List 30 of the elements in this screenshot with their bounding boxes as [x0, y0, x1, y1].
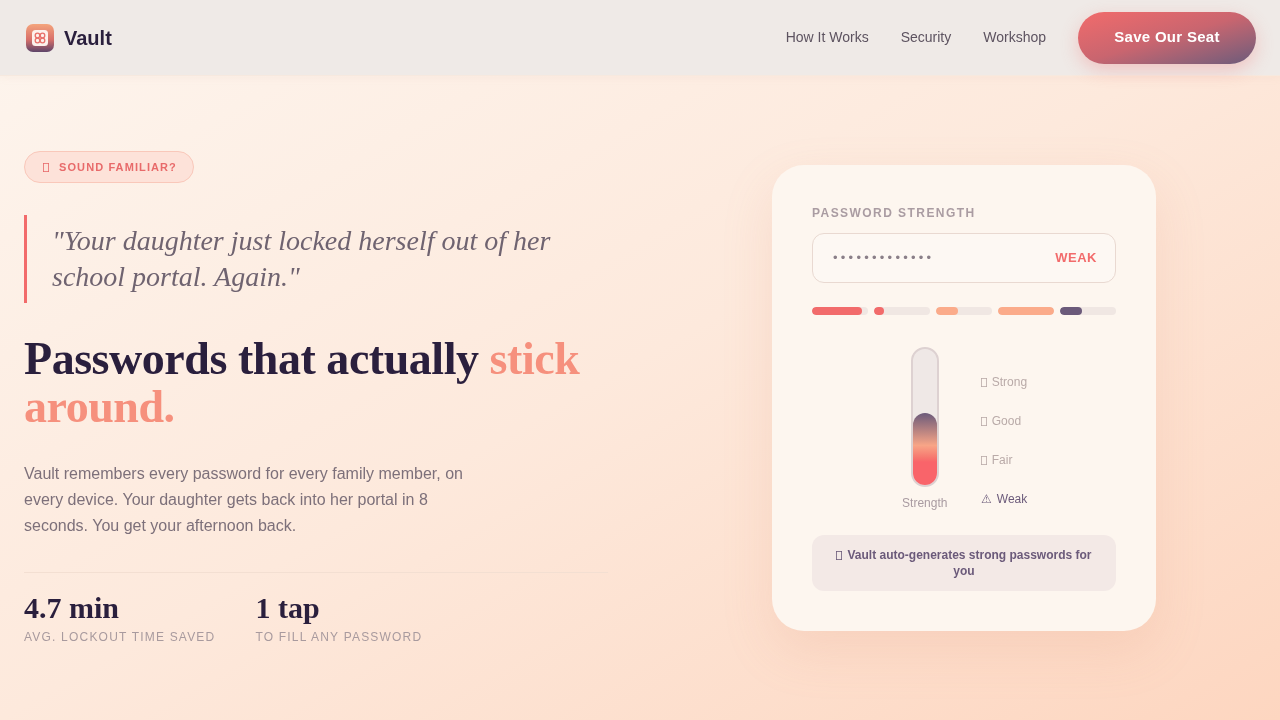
card-title: PASSWORD STRENGTH — [812, 205, 977, 221]
strength-level-label: Weak — [996, 491, 1028, 507]
tip-text: Vault auto-generates strong passwords for you — [847, 548, 1092, 578]
glyph-box-icon — [836, 551, 843, 560]
meter-label: Strength — [902, 495, 948, 511]
cta-button[interactable]: Save Our Seat — [1078, 11, 1256, 64]
glyph-box-icon — [980, 377, 987, 387]
glyph-box-icon — [43, 162, 49, 172]
stat-value: 4.7 min — [24, 591, 120, 625]
strength-level-label: Good — [991, 413, 1022, 429]
password-input[interactable]: ••••••••••••• — [833, 248, 1044, 268]
strength-rating: WEAK — [1055, 249, 1097, 268]
warning-icon: ⚠ — [980, 491, 992, 507]
logo-icon — [26, 23, 54, 52]
strength-level-label: Fair — [991, 452, 1013, 468]
brand-name[interactable]: Vault — [64, 22, 112, 53]
hero-description: Vault remembers every password for every family member, on every device. Your daughter gets back into her portal in 8 seconds. You get your afternoon back. — [24, 464, 464, 536]
stat-label: AVG. LOCKOUT TIME SAVED — [24, 629, 216, 645]
glyph-box-icon — [980, 416, 987, 426]
headline: Passwords that actually stick around. — [24, 335, 581, 431]
stat-value: 1 tap — [255, 591, 321, 625]
badge-label: SOUND FAMILIAR? — [59, 160, 177, 175]
nav-link[interactable]: How It Works — [785, 27, 869, 48]
glyph-box-icon — [980, 455, 987, 465]
testimonial-quote: "Your daughter just locked herself out of her school portal. Again." — [24, 215, 608, 303]
nav-link[interactable]: Security — [900, 27, 952, 48]
password-field[interactable]: ••••••••••••• WEAK — [812, 233, 1116, 283]
nav-link[interactable]: Workshop — [983, 27, 1046, 48]
strength-level-label: Strong — [991, 374, 1028, 390]
stat-label: TO FILL ANY PASSWORD — [255, 629, 423, 645]
